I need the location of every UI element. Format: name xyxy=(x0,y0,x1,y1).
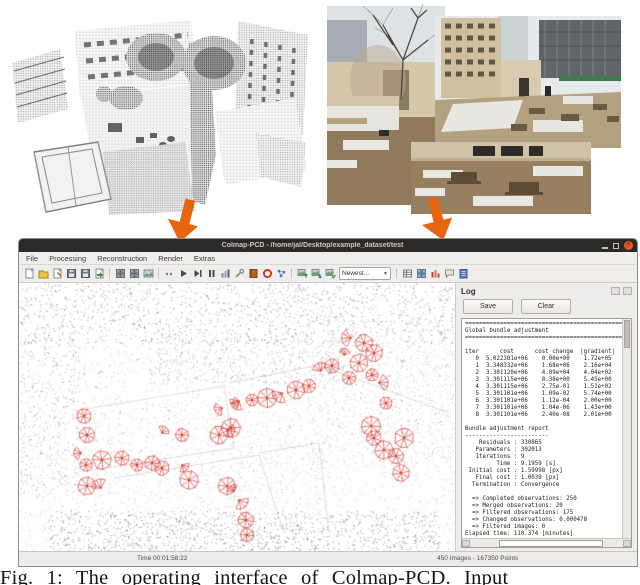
save-log-button[interactable]: Save xyxy=(463,299,513,314)
status-time: Time 00:01:58:22 xyxy=(137,555,187,562)
close-button[interactable]: × xyxy=(624,241,633,250)
log-panel-title: Log xyxy=(461,287,476,296)
database-management-icon[interactable] xyxy=(142,267,155,280)
grid-view-icon[interactable] xyxy=(415,267,428,280)
maximize-button[interactable] xyxy=(613,243,619,249)
model-viewport[interactable] xyxy=(19,283,455,554)
reconstruction-step-icon[interactable] xyxy=(191,267,204,280)
log-output[interactable]: ========================================… xyxy=(461,318,632,548)
window-title: Colmap-PCD - /home/jal/Desktop/example_d… xyxy=(23,242,602,249)
status-model-counts: 450 Images - 167350 Points xyxy=(437,555,518,562)
save-project-icon[interactable] xyxy=(65,267,78,280)
toolbar: Newest... ▼ xyxy=(19,265,637,283)
menu-item-extras[interactable]: Extras xyxy=(194,254,215,263)
log-panel: Log Save Clear =========================… xyxy=(455,283,637,551)
menu-item-reconstruction[interactable]: Reconstruction xyxy=(97,254,147,263)
menu-item-processing[interactable]: Processing xyxy=(49,254,86,263)
comments-icon[interactable] xyxy=(443,267,456,280)
toolbar-separator xyxy=(396,268,397,279)
import-model-icon[interactable] xyxy=(93,267,106,280)
main-content: Log Save Clear =========================… xyxy=(19,283,637,551)
close-panel-icon[interactable] xyxy=(623,287,632,295)
render-options-icon[interactable] xyxy=(247,267,260,280)
figure-caption: Fig. 1: The operating interface of Colma… xyxy=(0,567,640,585)
stats-icon[interactable] xyxy=(429,267,442,280)
figure-page: Colmap-PCD - /home/jal/Desktop/example_d… xyxy=(0,0,640,585)
reconstruction-start-icon[interactable] xyxy=(177,267,190,280)
bundle-adjustment-icon[interactable] xyxy=(219,267,232,280)
chevron-down-icon: ▼ xyxy=(383,271,388,277)
clear-log-button[interactable]: Clear xyxy=(521,299,571,314)
automatic-reconstruction-icon[interactable] xyxy=(261,267,274,280)
menu-item-render[interactable]: Render xyxy=(158,254,183,263)
edit-project-icon[interactable] xyxy=(51,267,64,280)
log-text: ========================================… xyxy=(462,319,631,540)
feature-matching-icon[interactable] xyxy=(128,267,141,280)
log-widget-icon[interactable] xyxy=(457,267,470,280)
toolbar-separator xyxy=(158,268,159,279)
log-horizontal-scrollbar[interactable] xyxy=(462,538,631,547)
minimize-button[interactable] xyxy=(602,247,608,249)
photo-collage-image xyxy=(323,0,640,232)
feature-extraction-icon[interactable] xyxy=(114,267,127,280)
model-select-dropdown[interactable]: Newest... ▼ xyxy=(339,267,391,280)
float-panel-icon[interactable] xyxy=(611,287,620,295)
import-images-icon[interactable] xyxy=(296,267,309,280)
match-matrix-icon[interactable] xyxy=(275,267,288,280)
status-bar: Time 00:01:58:22 450 Images - 167350 Poi… xyxy=(19,551,637,566)
menu-bar: File Processing Reconstruction Render Extras xyxy=(19,252,637,265)
export-images-icon[interactable] xyxy=(310,267,323,280)
title-bar[interactable]: Colmap-PCD - /home/jal/Desktop/example_d… xyxy=(19,239,637,252)
menu-item-file[interactable]: File xyxy=(26,254,38,263)
toolbar-separator xyxy=(291,268,292,279)
save-project-as-icon[interactable] xyxy=(79,267,92,280)
reconstruction-reset-icon[interactable] xyxy=(163,267,176,280)
log-vertical-scrollbar[interactable] xyxy=(622,319,631,539)
colmap-window: Colmap-PCD - /home/jal/Desktop/example_d… xyxy=(18,238,638,567)
toolbar-separator xyxy=(109,268,110,279)
image-overlap-icon[interactable] xyxy=(324,267,337,280)
project-info-icon[interactable] xyxy=(401,267,414,280)
new-project-icon[interactable] xyxy=(23,267,36,280)
reconstruction-pause-icon[interactable] xyxy=(205,267,218,280)
model-select-value: Newest... xyxy=(342,270,369,277)
open-project-icon[interactable] xyxy=(37,267,50,280)
dense-reconstruction-icon[interactable] xyxy=(233,267,246,280)
lidar-pointcloud-image xyxy=(8,5,308,215)
